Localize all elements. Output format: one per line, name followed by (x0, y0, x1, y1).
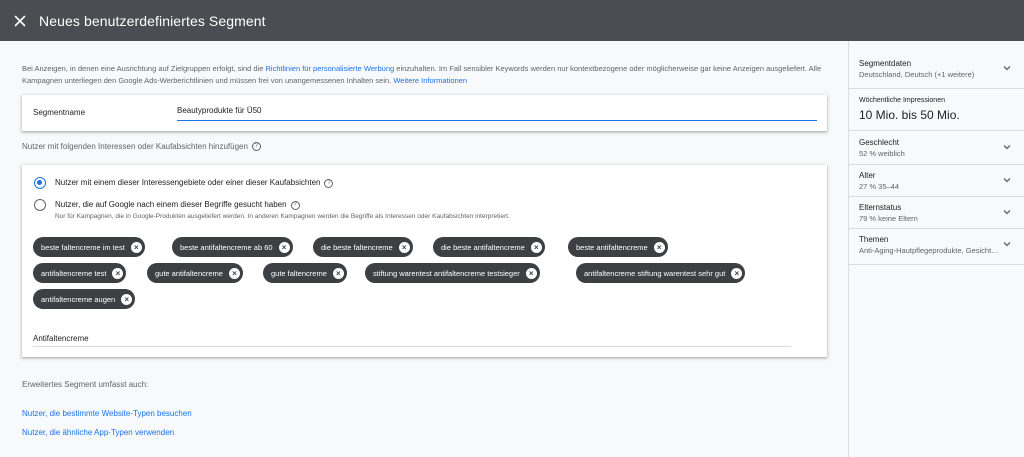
chip-label: die beste antifaltencreme (441, 242, 525, 252)
interests-label-text: Nutzer mit folgenden Interessen oder Kau… (22, 142, 248, 151)
chip-label: beste antifaltencreme (576, 242, 648, 252)
website-types-link[interactable]: Nutzer, die bestimmte Website-Typen besu… (22, 409, 192, 418)
remove-icon[interactable]: × (228, 267, 240, 279)
chevron-down-icon[interactable] (1002, 207, 1012, 217)
remove-icon[interactable]: × (731, 267, 743, 279)
chip-label: antifaltencreme test (41, 268, 107, 278)
keyword-chip[interactable]: die beste antifaltencreme × (433, 237, 545, 257)
help-icon[interactable]: ? (251, 142, 261, 151)
remove-icon[interactable]: × (121, 293, 133, 305)
segment-name-card: Segmentname (22, 95, 827, 131)
gender-section[interactable]: Geschlecht 52 % weiblich (849, 131, 1024, 165)
keyword-chip[interactable]: beste antifaltencreme × (568, 237, 668, 257)
remove-icon[interactable]: × (332, 267, 344, 279)
keyword-chip[interactable]: beste faltencreme im test × (33, 237, 145, 257)
learn-more-link[interactable]: Weitere Informationen (393, 76, 467, 85)
page-title: Neues benutzerdefiniertes Segment (39, 12, 266, 29)
chevron-down-icon[interactable] (1002, 142, 1012, 152)
keyword-chip[interactable]: gute antifaltencreme × (147, 263, 243, 283)
segmentdaten-value: Deutschland, Deutsch (+1 weitere) (859, 70, 975, 79)
gender-title: Geschlecht (859, 138, 900, 147)
keyword-chip[interactable]: die beste faltencreme × (313, 237, 413, 257)
keyword-chip[interactable]: gute faltencreme × (263, 263, 347, 283)
close-icon (14, 15, 26, 26)
topics-value: Anti-Aging-Hautpflegeprodukte, Gesichtsp… (859, 246, 999, 255)
chip-label: die beste faltencreme (321, 242, 393, 252)
parental-status-title: Elternstatus (859, 203, 902, 212)
age-section[interactable]: Alter 27 % 35–44 (849, 165, 1024, 197)
parental-status-value: 79 % keine Eltern (859, 214, 918, 223)
help-icon[interactable]: ? (324, 178, 334, 188)
chip-label: stiftung warentest antifaltencreme tests… (373, 268, 520, 278)
remove-icon[interactable]: × (130, 241, 142, 253)
segment-name-input[interactable] (177, 103, 817, 121)
interests-card: Nutzer mit einem dieser Interessengebiet… (22, 165, 827, 357)
topics-title: Themen (859, 235, 889, 244)
chevron-down-icon[interactable] (1002, 239, 1012, 249)
topics-section[interactable]: Themen Anti-Aging-Hautpflegeprodukte, Ge… (849, 229, 1024, 265)
radio-option-interests[interactable]: Nutzer mit einem dieser Interessengebiet… (34, 177, 334, 189)
chip-label: beste faltencreme im test (41, 242, 125, 252)
keyword-chip[interactable]: stiftung warentest antifaltencreme tests… (365, 263, 540, 283)
interests-section-label: Nutzer mit folgenden Interessen oder Kau… (22, 142, 261, 151)
gender-value: 52 % weiblich (859, 149, 905, 158)
keyword-chip[interactable]: antifaltencreme augen × (33, 289, 136, 309)
chip-label: gute antifaltencreme (155, 268, 223, 278)
chip-label: antifaltencreme stiftung warentest sehr … (584, 268, 726, 278)
segment-insights-panel: Segmentdaten Deutschland, Deutsch (+1 we… (848, 41, 1024, 457)
segmentdaten-title: Segmentdaten (859, 59, 912, 68)
radio-label-interests: Nutzer mit einem dieser Interessengebiet… (55, 178, 321, 187)
chip-label: beste antifaltencreme ab 60 (180, 242, 273, 252)
keyword-chip[interactable]: antifaltencreme test × (33, 263, 127, 283)
app-types-link[interactable]: Nutzer, die ähnliche App-Typen verwenden (22, 428, 174, 437)
chip-label: gute faltencreme (271, 268, 327, 278)
chip-label: antifaltencreme augen (41, 294, 116, 304)
policy-link[interactable]: Richtlinien für personalisierte Werbung (266, 64, 395, 73)
chevron-down-icon[interactable] (1002, 175, 1012, 185)
policy-notice: Bei Anzeigen, in denen eine Ausrichtung … (22, 63, 822, 87)
extended-segment-label: Erweitertes Segment umfasst auch: (22, 380, 149, 389)
impressions-title: Wöchentliche Impressionen (859, 97, 945, 104)
radio-label-search: Nutzer, die auf Google nach einem dieser… (55, 200, 287, 209)
age-value: 27 % 35–44 (859, 182, 900, 191)
search-option-hint: Nur für Kampagnen, die in Google-Produkt… (55, 213, 510, 220)
segment-name-label: Segmentname (33, 108, 86, 117)
notice-text-1: Bei Anzeigen, in denen eine Ausrichtung … (22, 64, 266, 73)
remove-icon[interactable]: × (653, 241, 665, 253)
remove-icon[interactable]: × (530, 241, 542, 253)
impressions-section: Wöchentliche Impressionen 10 Mio. bis 50… (849, 89, 1024, 131)
main-content: Bei Anzeigen, in denen eine Ausrichtung … (0, 41, 848, 457)
radio-option-search[interactable]: Nutzer, die auf Google nach einem dieser… (34, 199, 300, 211)
remove-icon[interactable]: × (112, 267, 124, 279)
keyword-input[interactable] (33, 331, 791, 347)
remove-icon[interactable]: × (278, 241, 290, 253)
chevron-down-icon[interactable] (1002, 63, 1012, 73)
radio-button-interests[interactable] (34, 177, 46, 189)
keyword-chip[interactable]: beste antifaltencreme ab 60 × (172, 237, 293, 257)
parental-status-section[interactable]: Elternstatus 79 % keine Eltern (849, 197, 1024, 229)
impressions-value: 10 Mio. bis 50 Mio. (859, 108, 960, 122)
keyword-chip[interactable]: antifaltencreme stiftung warentest sehr … (576, 263, 746, 283)
close-button[interactable] (10, 11, 30, 31)
help-icon[interactable]: ? (290, 200, 300, 210)
remove-icon[interactable]: × (525, 267, 537, 279)
age-title: Alter (859, 171, 876, 180)
top-bar: Neues benutzerdefiniertes Segment (0, 0, 1024, 41)
radio-button-search[interactable] (34, 199, 46, 211)
segmentdaten-section[interactable]: Segmentdaten Deutschland, Deutsch (+1 we… (849, 41, 1024, 89)
remove-icon[interactable]: × (398, 241, 410, 253)
